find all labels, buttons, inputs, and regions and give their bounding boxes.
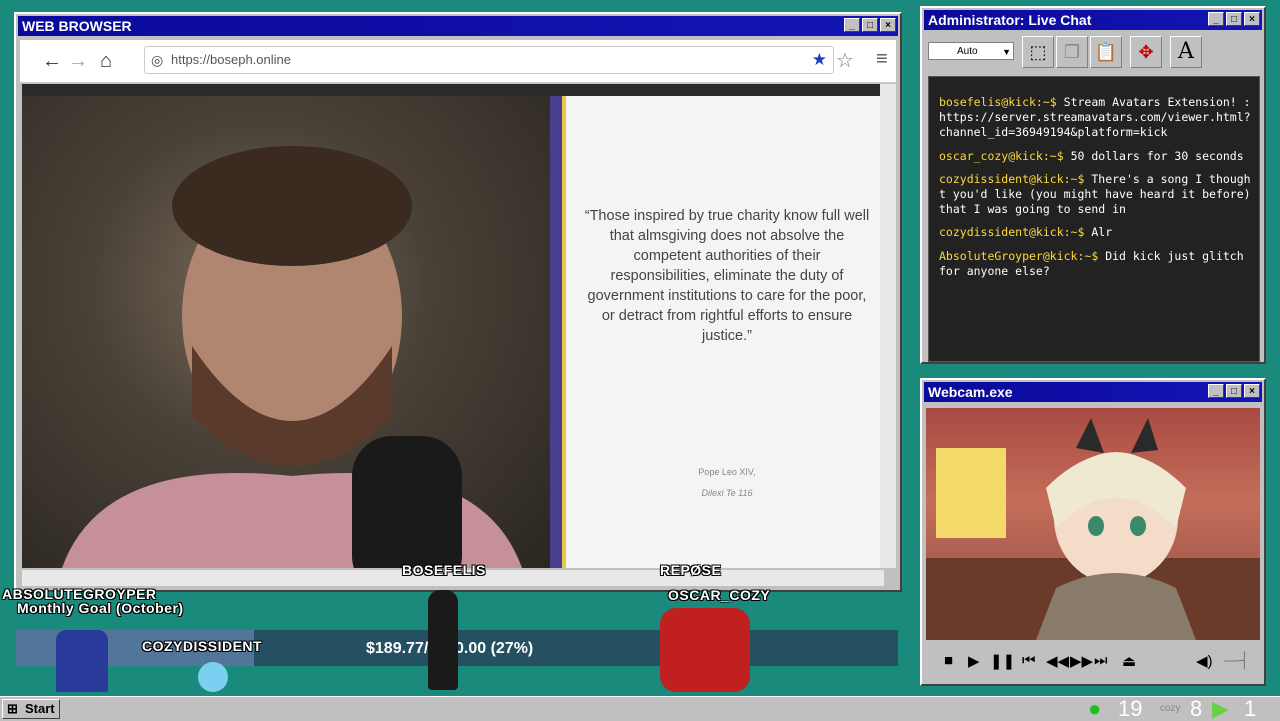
zoom-select-value: Auto	[957, 46, 978, 57]
chat-text: Alr	[1091, 225, 1113, 240]
favorites-icon[interactable]: ☆	[836, 48, 854, 73]
webcam-window: Webcam.exe _ □ × ■ ▶ ❚❚ ⏮ ◀◀ ▶▶ ⏭ ⏏ ◀) —…	[920, 378, 1266, 686]
cozy-icon: cozy	[1160, 703, 1181, 714]
speaker-illustration	[62, 146, 522, 568]
minimize-button[interactable]: _	[1208, 12, 1224, 26]
browser-title: WEB BROWSER	[22, 18, 132, 34]
fast-forward-icon[interactable]: ▶▶	[1070, 652, 1093, 670]
zoom-select[interactable]: Auto ▼	[928, 42, 1014, 60]
browser-titlebar[interactable]: WEB BROWSER _ □ ×	[18, 16, 898, 36]
chat-username: AbsoluteGroyper@kick:~$	[939, 248, 1099, 263]
media-controls: ■ ▶ ❚❚ ⏮ ◀◀ ▶▶ ⏭ ⏏ ◀) —┤	[926, 646, 1260, 676]
goal-label: Monthly Goal (October)	[17, 600, 184, 616]
volume-icon[interactable]: ◀)	[1196, 652, 1213, 670]
maximize-button[interactable]: □	[1226, 384, 1242, 398]
slide-attribution: Pope Leo XIV, Dilexi Te 116	[682, 462, 772, 504]
browser-navbar: ← → ⌂ ◎ https://boseph.online ★ ☆ ≡	[20, 40, 896, 83]
avatar-name-oscar-cozy: OSCAR_COZY	[668, 587, 771, 603]
chat-message: cozydissident@kick:~$ Alr	[939, 225, 1253, 240]
menu-icon[interactable]: ≡	[876, 48, 888, 71]
back-icon[interactable]: ←	[42, 50, 62, 73]
avatar-sprite-oscar-cozy	[660, 608, 750, 692]
rumble-icon: ▶	[1212, 696, 1229, 721]
rewind-icon[interactable]: ◀◀	[1046, 652, 1069, 670]
globe-icon: ◎	[151, 52, 164, 68]
slide-quote: “Those inspired by true charity know ful…	[584, 208, 870, 344]
move-icon[interactable]: ✥	[1130, 36, 1162, 68]
browser-window: WEB BROWSER _ □ × ← → ⌂ ◎ https://boseph…	[14, 12, 902, 592]
chat-username: cozydissident@kick:~$	[939, 171, 1085, 186]
avatar-sprite-absolutegroyper	[56, 630, 108, 692]
address-bar[interactable]: ◎ https://boseph.online ★	[144, 46, 834, 74]
url-text: https://boseph.online	[171, 52, 291, 67]
chat-toolbar: Auto ▼ ⬚ ❐ 📋 ✥ A	[926, 32, 1260, 72]
attribution-line-2: Dilexi Te 116	[701, 488, 753, 498]
webcam-title: Webcam.exe	[928, 384, 1013, 400]
paste-icon[interactable]: 📋	[1090, 36, 1122, 68]
chat-log[interactable]: bosefelis@kick:~$ Stream Avatars Extensi…	[928, 76, 1260, 362]
skip-back-icon[interactable]: ⏮	[1022, 652, 1036, 669]
pause-icon[interactable]: ❚❚	[990, 652, 1015, 670]
avatar-illustration	[926, 418, 1260, 640]
close-button[interactable]: ×	[1244, 384, 1260, 398]
attribution-line-1: Pope Leo XIV,	[698, 467, 756, 477]
font-icon[interactable]: A	[1170, 36, 1202, 68]
chat-username: cozydissident@kick:~$	[939, 225, 1085, 240]
eject-icon[interactable]: ⏏	[1122, 652, 1136, 670]
bookmark-star-icon[interactable]: ★	[812, 47, 827, 73]
chat-username: oscar_cozy@kick:~$	[939, 148, 1064, 163]
home-icon[interactable]: ⌂	[100, 50, 112, 73]
video-viewport[interactable]: “Those inspired by true charity know ful…	[22, 84, 880, 568]
rumble-viewer-count: 1	[1244, 696, 1257, 721]
maximize-button[interactable]: □	[862, 18, 878, 32]
chevron-down-icon: ▼	[1002, 47, 1011, 57]
skip-forward-icon[interactable]: ⏭	[1094, 652, 1108, 669]
chat-window: Administrator: Live Chat _ □ × Auto ▼ ⬚ …	[920, 6, 1266, 364]
chat-username: bosefelis@kick:~$	[939, 95, 1057, 109]
select-tool-icon[interactable]: ⬚	[1022, 36, 1054, 68]
copy-icon[interactable]: ❐	[1056, 36, 1088, 68]
kick-icon: ●	[1088, 696, 1102, 721]
minimize-button[interactable]: _	[844, 18, 860, 32]
webcam-video	[926, 408, 1260, 640]
chat-message: oscar_cozy@kick:~$ 50 dollars for 30 sec…	[939, 149, 1253, 164]
close-button[interactable]: ×	[1244, 12, 1260, 26]
volume-slider[interactable]: —┤	[1224, 652, 1250, 669]
start-button[interactable]: ⊞ Start	[2, 699, 60, 719]
chat-message: AbsoluteGroyper@kick:~$ Did kick just gl…	[939, 249, 1253, 279]
play-icon[interactable]: ▶	[968, 652, 980, 670]
slide-accent-stripe	[562, 96, 566, 568]
avatar-name-repose: REPØSE	[660, 562, 722, 578]
avatar-name-cozydissident: COZYDISSIDENT	[142, 638, 263, 654]
quote-slide: “Those inspired by true charity know ful…	[550, 96, 880, 568]
speaker-video	[22, 96, 550, 568]
chat-title: Administrator: Live Chat	[928, 12, 1092, 28]
stop-icon[interactable]: ■	[944, 652, 953, 669]
chat-text: 50 dollars for 30 seconds	[1070, 148, 1244, 163]
taskbar: ⊞ Start ● 19 cozy 8 ▶ 1	[0, 696, 1280, 721]
avatar-sprite-bosefelis	[428, 590, 458, 690]
start-label: Start	[25, 701, 55, 716]
vertical-scrollbar[interactable]	[880, 84, 896, 568]
chat-titlebar[interactable]: Administrator: Live Chat _ □ ×	[924, 10, 1262, 30]
forward-icon[interactable]: →	[68, 50, 88, 73]
webcam-titlebar[interactable]: Webcam.exe _ □ ×	[924, 382, 1262, 402]
close-button[interactable]: ×	[880, 18, 896, 32]
avatar-sprite-cozydissident	[198, 662, 228, 692]
cozy-viewer-count: 8	[1190, 696, 1203, 721]
minimize-button[interactable]: _	[1208, 384, 1224, 398]
avatar-name-bosefelis: BOSEFELIS	[402, 562, 486, 578]
maximize-button[interactable]: □	[1226, 12, 1242, 26]
chat-message: cozydissident@kick:~$ There's a song I t…	[939, 172, 1253, 218]
start-icon: ⊞	[7, 701, 18, 716]
kick-viewer-count: 19	[1118, 696, 1143, 721]
chat-message: bosefelis@kick:~$ Stream Avatars Extensi…	[939, 95, 1253, 141]
